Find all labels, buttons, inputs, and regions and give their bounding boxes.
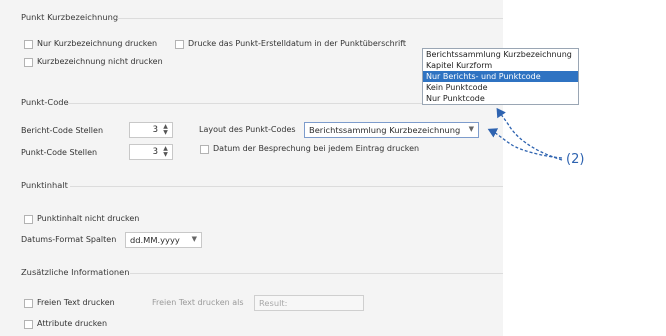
callout-label: (2)	[566, 152, 585, 167]
dashed-arrow-icon	[487, 107, 563, 161]
